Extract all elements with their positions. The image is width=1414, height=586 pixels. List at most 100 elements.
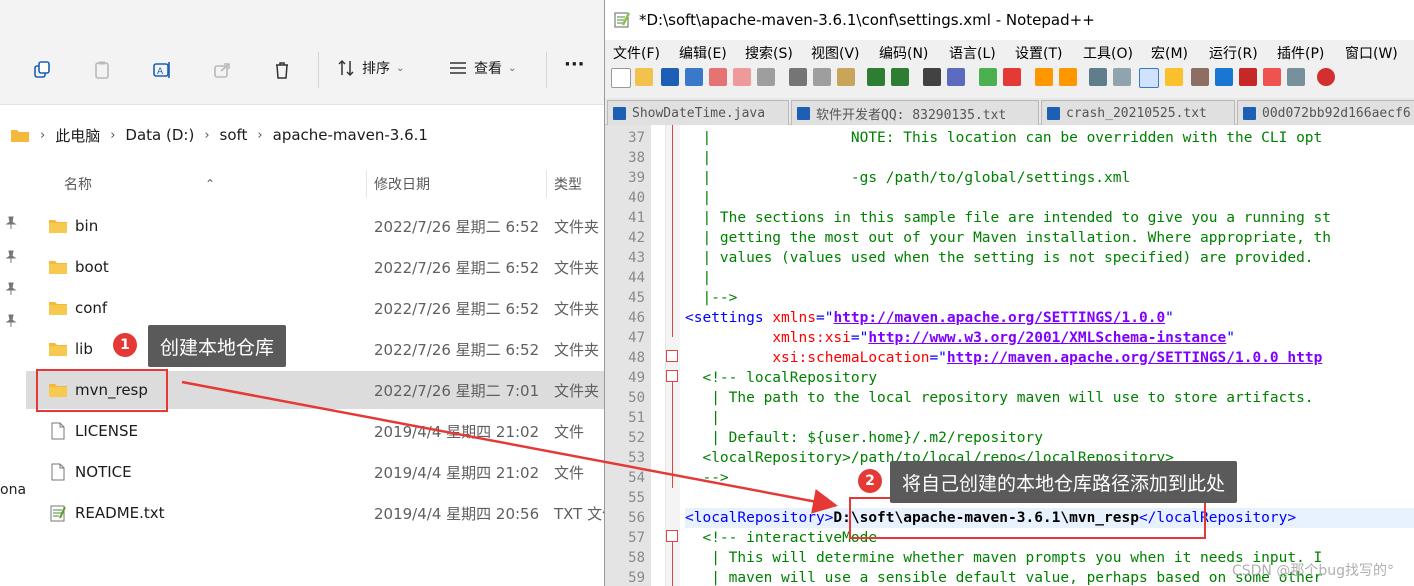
tab-showdatetime[interactable]: ShowDateTime.java <box>607 100 789 125</box>
undo-icon[interactable] <box>867 68 885 86</box>
code-line[interactable]: <settings xmlns="http://maven.apache.org… <box>685 308 1174 328</box>
paste-icon[interactable] <box>86 54 118 86</box>
folder-icon <box>49 343 67 356</box>
save-icon[interactable] <box>661 68 679 86</box>
file-row-mvn-resp[interactable]: mvn_resp 2022/7/26 星期二 7:01 文件夹 <box>26 371 604 409</box>
code-line[interactable]: |--> <box>685 288 737 308</box>
breadcrumb-item[interactable]: soft <box>220 126 248 144</box>
find-icon[interactable] <box>923 68 941 86</box>
copy-icon[interactable] <box>26 54 58 86</box>
menu-language[interactable]: 语言(L) <box>949 43 996 63</box>
code-line[interactable]: | <box>685 268 711 288</box>
file-row-license[interactable]: LICENSE 2019/4/4 星期四 21:02 文件 <box>26 412 604 450</box>
code-line[interactable]: | values (values used when the setting i… <box>685 248 1313 268</box>
code-line[interactable]: | -gs /path/to/global/settings.xml <box>685 168 1130 188</box>
svg-text:A: A <box>157 67 164 77</box>
cut-icon[interactable] <box>789 68 807 86</box>
menu-encoding[interactable]: 编码(N) <box>879 43 928 63</box>
more-options-button[interactable]: ··· <box>564 54 585 75</box>
menu-edit[interactable]: 编辑(E) <box>679 43 727 63</box>
tab-qq-txt[interactable]: 软件开发者QQ: 83290135.txt <box>791 100 1039 125</box>
tab-crash-txt[interactable]: crash_20210525.txt <box>1041 100 1235 125</box>
code-line[interactable]: | maven will use a sensible default valu… <box>685 568 1322 586</box>
fold-toggle-icon[interactable] <box>666 530 678 542</box>
menu-macro[interactable]: 宏(M) <box>1151 43 1188 63</box>
breadcrumb-item[interactable]: Data (D:) <box>125 126 194 144</box>
sync-vertical-icon[interactable] <box>1035 68 1053 86</box>
code-line[interactable]: --> <box>685 468 728 488</box>
code-line[interactable]: <!-- interactiveMode <box>685 528 877 548</box>
redo-icon[interactable] <box>891 68 909 86</box>
function-list-icon[interactable] <box>1239 68 1257 86</box>
column-header-modified[interactable]: 修改日期 <box>374 168 430 200</box>
zoom-in-icon[interactable] <box>979 68 997 86</box>
menu-search[interactable]: 搜索(S) <box>745 43 793 63</box>
menu-run[interactable]: 运行(R) <box>1209 43 1258 63</box>
zoom-out-icon[interactable] <box>1003 68 1021 86</box>
code-editor[interactable]: 37 | NOTE: This location can be overridd… <box>605 125 1414 586</box>
monitoring-icon[interactable] <box>1287 68 1305 86</box>
file-row-notice[interactable]: NOTICE 2019/4/4 星期四 21:02 文件 <box>26 453 604 491</box>
code-line[interactable]: <!-- localRepository <box>685 368 877 388</box>
code-line[interactable]: | This will determine whether maven prom… <box>685 548 1322 568</box>
share-icon[interactable] <box>206 54 238 86</box>
doc-map-icon[interactable] <box>1191 68 1209 86</box>
menu-settings[interactable]: 设置(T) <box>1015 43 1062 63</box>
breadcrumb-item[interactable]: apache-maven-3.6.1 <box>273 126 428 144</box>
word-wrap-icon[interactable] <box>1089 68 1107 86</box>
code-line[interactable]: | The sections in this sample file are i… <box>685 208 1331 228</box>
close-all-icon[interactable] <box>733 68 751 86</box>
sort-button[interactable]: 排序 ⌄ <box>336 58 404 78</box>
file-row-conf[interactable]: conf 2022/7/26 星期二 6:52 文件夹 <box>26 289 604 327</box>
notepad-file-icon <box>50 505 66 522</box>
file-row-boot[interactable]: boot 2022/7/26 星期二 6:52 文件夹 <box>26 248 604 286</box>
save-all-icon[interactable] <box>685 68 703 86</box>
code-line[interactable]: xsi:schemaLocation="http://maven.apache.… <box>685 348 1322 368</box>
menu-window[interactable]: 窗口(W) <box>1345 43 1398 63</box>
column-header-type[interactable]: 类型 <box>554 168 582 200</box>
code-token: =" <box>929 350 947 366</box>
fold-toggle-icon[interactable] <box>666 350 678 362</box>
menu-tools[interactable]: 工具(O) <box>1083 43 1133 63</box>
code-line[interactable]: <localRepository>D:\soft\apache-maven-3.… <box>685 508 1414 528</box>
udl-icon[interactable] <box>1165 68 1183 86</box>
open-file-icon[interactable] <box>635 68 653 86</box>
copy-icon[interactable] <box>813 68 831 86</box>
paste-icon[interactable] <box>837 68 855 86</box>
step-1-badge: 1 <box>113 333 137 357</box>
replace-icon[interactable] <box>947 68 965 86</box>
menu-plugins[interactable]: 插件(P) <box>1277 43 1324 63</box>
doc-list-icon[interactable] <box>1215 68 1233 86</box>
menu-view[interactable]: 视图(V) <box>811 43 860 63</box>
tab-hash-file[interactable]: 00d072bb92d166aecf6 <box>1237 100 1414 125</box>
code-line[interactable]: | <box>685 148 711 168</box>
code-line[interactable]: xmlns:xsi="http://www.w3.org/2001/XMLSch… <box>685 328 1235 348</box>
show-all-chars-icon[interactable] <box>1113 68 1131 86</box>
delete-icon[interactable] <box>266 54 298 86</box>
file-name: NOTICE <box>75 463 132 481</box>
column-header-name[interactable]: 名称 <box>64 168 92 200</box>
record-macro-icon[interactable] <box>1317 68 1335 86</box>
file-row-bin[interactable]: bin 2022/7/26 星期二 6:52 文件夹 <box>26 207 604 245</box>
print-icon[interactable] <box>757 68 775 86</box>
folder-workspace-icon[interactable] <box>1263 68 1281 86</box>
sync-horizontal-icon[interactable] <box>1059 68 1077 86</box>
breadcrumb-item[interactable]: 此电脑 <box>55 125 100 146</box>
view-button[interactable]: 查看 ⌄ <box>448 58 516 78</box>
line-number: 54 <box>628 470 645 486</box>
fold-toggle-icon[interactable] <box>666 370 678 382</box>
menu-file[interactable]: 文件(F) <box>613 43 660 63</box>
code-line[interactable]: | getting the most out of your Maven ins… <box>685 228 1331 248</box>
rename-icon[interactable]: A <box>146 54 178 86</box>
code-line[interactable]: | Default: ${user.home}/.m2/repository <box>685 428 1043 448</box>
file-row-readme[interactable]: README.txt 2019/4/4 星期四 20:56 TXT 文件 <box>26 494 604 532</box>
line-number: 42 <box>628 230 645 246</box>
indent-guide-icon[interactable] <box>1139 68 1159 88</box>
new-file-icon[interactable] <box>611 68 631 88</box>
code-line[interactable]: | <box>685 408 720 428</box>
code-line[interactable]: | NOTE: This location can be overridden … <box>685 128 1322 148</box>
explorer-toolbar: A 排序 ⌄ 查看 ⌄ ··· <box>0 0 604 105</box>
close-icon[interactable] <box>709 68 727 86</box>
code-line[interactable]: | <box>685 188 711 208</box>
code-line[interactable]: | The path to the local repository maven… <box>685 388 1313 408</box>
